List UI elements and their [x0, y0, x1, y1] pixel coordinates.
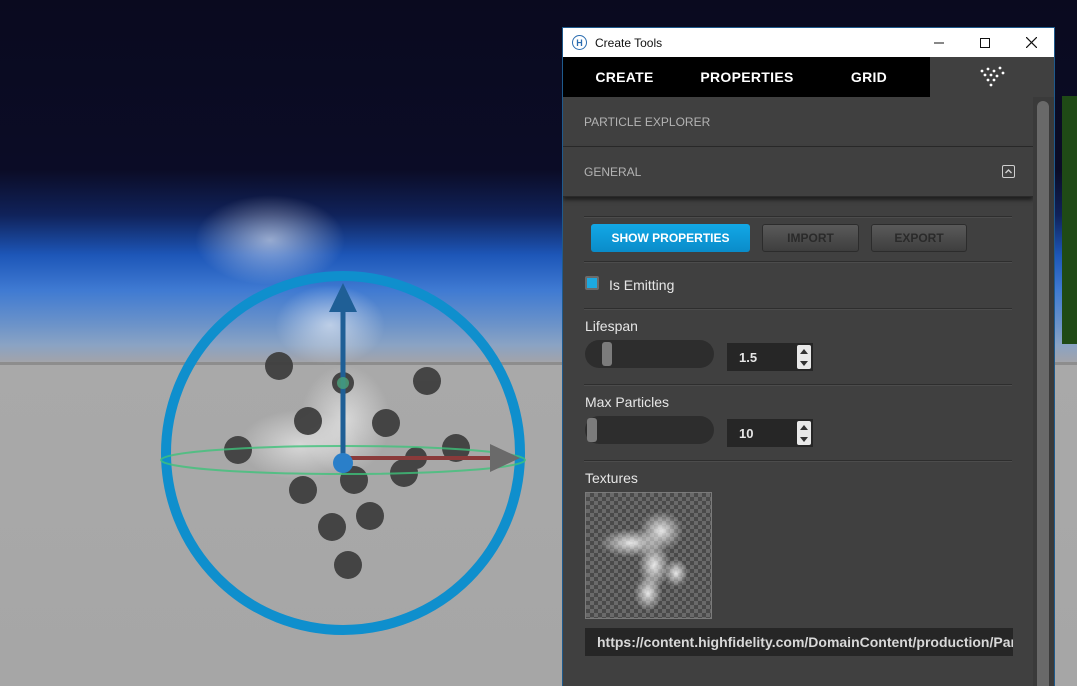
is-emitting-checkbox[interactable]: [585, 276, 599, 290]
show-properties-button[interactable]: SHOW PROPERTIES: [591, 224, 750, 252]
divider: [584, 261, 1012, 263]
divider: [584, 460, 1012, 462]
tab-create[interactable]: CREATE: [563, 57, 686, 97]
close-button[interactable]: [1008, 28, 1054, 57]
stepper-up-icon[interactable]: [800, 348, 808, 354]
particle-explorer-panel: PARTICLE EXPLORER GENERAL SHOW PROPERTIE…: [563, 97, 1033, 686]
import-button[interactable]: IMPORT: [762, 224, 859, 252]
max-particles-value: 10: [739, 425, 754, 441]
lifespan-input[interactable]: 1.5: [727, 343, 813, 371]
particle-explorer-icon: [980, 66, 1005, 87]
max-particles-input[interactable]: 10: [727, 419, 813, 447]
tab-particle-explorer[interactable]: [930, 57, 1054, 97]
maximize-icon: [980, 37, 990, 48]
texture-preview: [585, 492, 712, 619]
texture-url-input[interactable]: https://content.highfidelity.com/DomainC…: [585, 628, 1013, 656]
scrollbar-thumb[interactable]: [1037, 101, 1049, 686]
textures-label: Textures: [585, 470, 638, 486]
z-axis-handle[interactable]: [337, 377, 349, 389]
window-titlebar[interactable]: H Create Tools: [563, 28, 1054, 57]
lifespan-label: Lifespan: [585, 318, 638, 334]
distant-wall: [1062, 96, 1077, 344]
divider: [584, 308, 1012, 310]
collapse-icon[interactable]: [1002, 165, 1015, 178]
section-general-header[interactable]: GENERAL: [563, 147, 1033, 197]
max-particles-stepper[interactable]: [797, 421, 811, 445]
divider: [584, 384, 1012, 386]
chevron-up-icon: [1005, 169, 1012, 174]
section-particle-explorer: PARTICLE EXPLORER: [563, 97, 1033, 147]
tab-properties[interactable]: PROPERTIES: [686, 57, 808, 97]
lifespan-stepper[interactable]: [797, 345, 811, 369]
divider: [584, 216, 1012, 218]
export-button[interactable]: EXPORT: [871, 224, 967, 252]
max-particles-slider-thumb[interactable]: [587, 418, 597, 442]
stepper-down-icon[interactable]: [800, 436, 808, 442]
max-particles-label: Max Particles: [585, 394, 670, 410]
window-title: Create Tools: [595, 35, 663, 50]
stepper-down-icon[interactable]: [800, 360, 808, 366]
entity-origin[interactable]: [333, 453, 353, 473]
lifespan-slider[interactable]: [585, 340, 714, 368]
is-emitting-label: Is Emitting: [609, 277, 675, 293]
lifespan-slider-thumb[interactable]: [602, 342, 612, 366]
smoke-particles: [195, 195, 390, 480]
tab-grid[interactable]: GRID: [808, 57, 930, 97]
section-title: GENERAL: [584, 164, 642, 179]
close-icon: [1025, 37, 1037, 48]
section-title: PARTICLE EXPLORER: [584, 114, 711, 129]
stepper-up-icon[interactable]: [800, 424, 808, 430]
max-particles-slider[interactable]: [585, 416, 714, 444]
create-tools-window: H Create Tools CREATE PROPERTIES GRID PA…: [563, 28, 1054, 686]
smoke-texture-image: [599, 511, 688, 611]
minimize-icon: [934, 42, 944, 43]
lifespan-value: 1.5: [739, 349, 758, 365]
tab-bar: CREATE PROPERTIES GRID: [563, 57, 1054, 97]
minimize-button[interactable]: [916, 28, 962, 57]
high-fidelity-logo-icon: H: [572, 35, 587, 50]
scrollbar[interactable]: [1033, 97, 1054, 686]
maximize-button[interactable]: [962, 28, 1008, 57]
